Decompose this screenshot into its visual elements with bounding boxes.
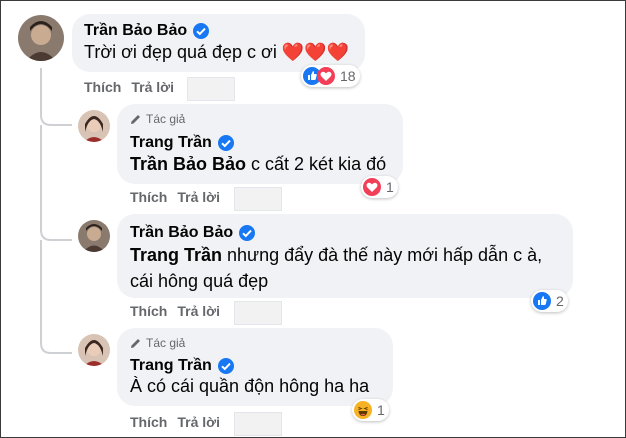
reaction-count: 2 [556, 293, 564, 309]
reaction-summary[interactable]: 1 [361, 176, 398, 198]
reaction-summary[interactable]: 2 [531, 290, 568, 312]
comment-text: Trang Trần nhưng đẩy đà thế này mới hấp … [130, 245, 543, 265]
comment-actions: Thích Trả lời [130, 414, 230, 430]
timestamp-redacted[interactable] [234, 187, 282, 211]
comment-text: Trần Bảo Bảo c cất 2 két kia đó [130, 154, 387, 174]
comment-actions: Thích Trả lời [84, 79, 184, 95]
timestamp-redacted[interactable] [187, 77, 235, 101]
mention-link[interactable]: Trang Trần [130, 245, 222, 265]
reply-button[interactable]: Trả lời [177, 189, 220, 205]
love-icon [363, 178, 381, 196]
timestamp-redacted[interactable] [234, 412, 282, 436]
comment-author[interactable]: Trần Bảo Bảo [130, 224, 256, 242]
reaction-summary[interactable]: 18 [301, 65, 360, 87]
pencil-icon [131, 339, 140, 348]
reply-button[interactable]: Trả lời [177, 414, 220, 430]
comment-actions: Thích Trả lời [130, 189, 230, 205]
avatar[interactable] [78, 110, 110, 142]
verified-badge-icon [193, 23, 210, 39]
timestamp-redacted[interactable] [234, 301, 282, 325]
avatar[interactable] [78, 334, 110, 366]
like-button[interactable]: Thích [130, 189, 167, 205]
like-button[interactable]: Thích [130, 414, 167, 430]
pencil-icon [131, 115, 140, 124]
author-badge: Tác giả [130, 112, 185, 126]
comment-text: Trời ơi đẹp quá đẹp c ơi ❤️❤️❤️ [84, 42, 350, 62]
avatar[interactable] [78, 220, 110, 252]
reaction-count: 18 [340, 68, 356, 84]
reaction-summary[interactable]: 1 [352, 399, 389, 421]
like-button[interactable]: Thích [130, 303, 167, 319]
avatar[interactable] [18, 15, 64, 61]
comment-text: À có cái quần độn hông ha ha [130, 376, 370, 396]
haha-icon [354, 401, 372, 419]
verified-badge-icon [239, 225, 256, 241]
like-icon [533, 292, 551, 310]
reply-button[interactable]: Trả lời [131, 79, 174, 95]
comment-actions: Thích Trả lời [130, 303, 230, 319]
love-icon [317, 67, 335, 85]
reaction-count: 1 [377, 402, 385, 418]
reply-button[interactable]: Trả lời [177, 303, 220, 319]
like-button[interactable]: Thích [84, 79, 121, 95]
verified-badge-icon [217, 135, 234, 151]
comment-text-line2: cái hông quá đẹp [130, 271, 269, 291]
mention-link[interactable]: Trần Bảo Bảo [130, 154, 246, 174]
author-badge: Tác giả [130, 336, 185, 350]
reaction-count: 1 [386, 179, 394, 195]
